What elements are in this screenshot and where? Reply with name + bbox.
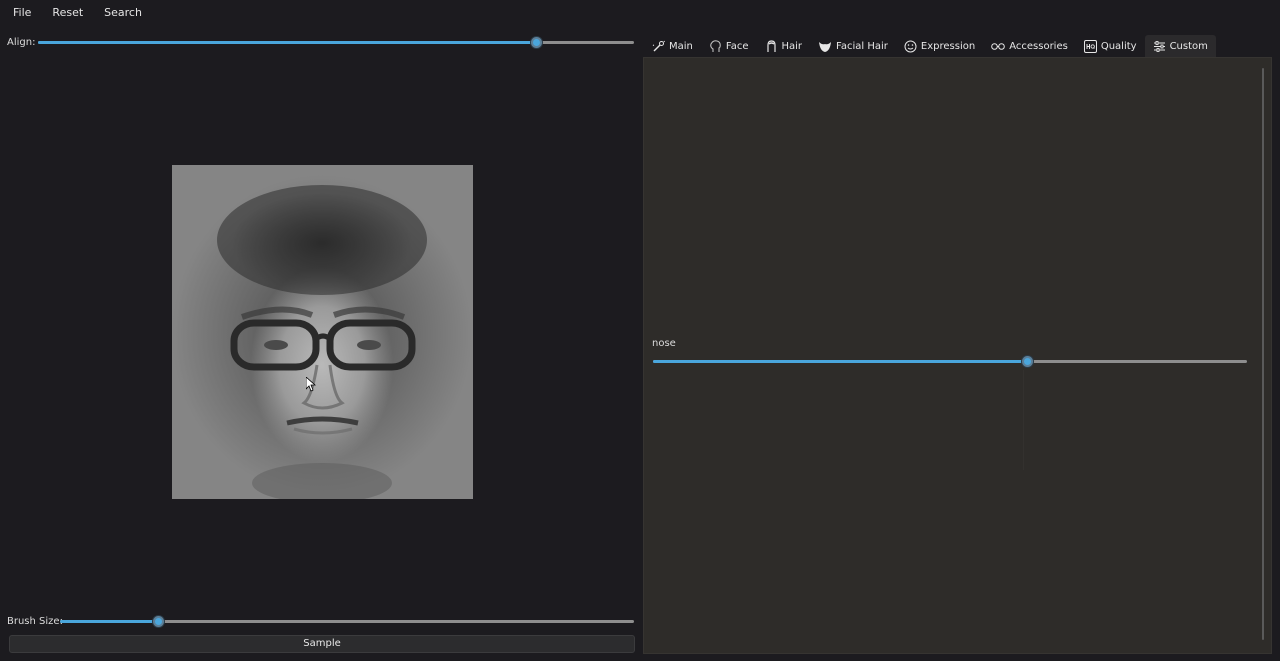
search-menu[interactable]: Search <box>96 1 150 25</box>
mouse-cursor-icon <box>306 377 316 392</box>
generated-face-image[interactable] <box>172 165 473 499</box>
face-features <box>217 185 427 499</box>
tab-accessories[interactable]: Accessories <box>983 35 1076 57</box>
brush-size-slider-thumb[interactable] <box>152 616 164 627</box>
tab-facial-hair[interactable]: Facial Hair <box>810 35 896 57</box>
menu-bar: File Reset Search <box>0 0 640 26</box>
tab-hair-label: Hair <box>781 40 803 52</box>
tab-custom-label: Custom <box>1169 40 1208 52</box>
beard-icon <box>819 41 832 52</box>
tab-bar: Main Face Hair Facial Hair Expression Ac… <box>644 35 1216 57</box>
tab-face-label: Face <box>725 40 749 52</box>
nose-label: nose <box>652 338 676 349</box>
brush-size-slider[interactable] <box>60 615 634 627</box>
tab-expression[interactable]: Expression <box>896 35 983 57</box>
align-label: Align: <box>7 37 36 48</box>
panel-divider <box>1023 370 1024 470</box>
align-slider[interactable] <box>38 36 634 48</box>
align-slider-fill <box>38 41 536 44</box>
panel-scrollbar[interactable] <box>1262 68 1264 640</box>
hq-icon <box>1083 39 1097 53</box>
nose-slider-fill <box>653 360 1028 363</box>
sample-button[interactable]: Sample <box>9 635 635 653</box>
tab-main-label: Main <box>669 40 693 52</box>
hair-icon <box>766 39 776 52</box>
wand-icon <box>652 40 665 51</box>
tab-main[interactable]: Main <box>644 35 701 57</box>
brush-size-label: Brush Size: <box>7 616 63 627</box>
smiley-icon <box>904 40 917 52</box>
tab-expression-label: Expression <box>920 40 976 52</box>
tab-custom[interactable]: Custom <box>1144 35 1216 57</box>
tab-face[interactable]: Face <box>701 35 757 57</box>
nose-slider[interactable] <box>653 355 1247 367</box>
reset-menu[interactable]: Reset <box>44 1 91 25</box>
tab-quality-label: Quality <box>1100 40 1137 52</box>
head-outline-icon <box>710 39 721 52</box>
file-menu[interactable]: File <box>5 1 39 25</box>
tab-accessories-label: Accessories <box>1009 40 1068 52</box>
tab-facial-hair-label: Facial Hair <box>836 40 888 52</box>
brush-size-slider-fill <box>60 620 158 623</box>
sliders-icon <box>1153 40 1165 52</box>
tab-quality[interactable]: Quality <box>1076 35 1145 57</box>
tab-hair[interactable]: Hair <box>757 35 811 57</box>
nose-slider-thumb[interactable] <box>1022 356 1034 367</box>
align-slider-thumb[interactable] <box>530 37 542 48</box>
glasses-icon <box>991 42 1006 50</box>
